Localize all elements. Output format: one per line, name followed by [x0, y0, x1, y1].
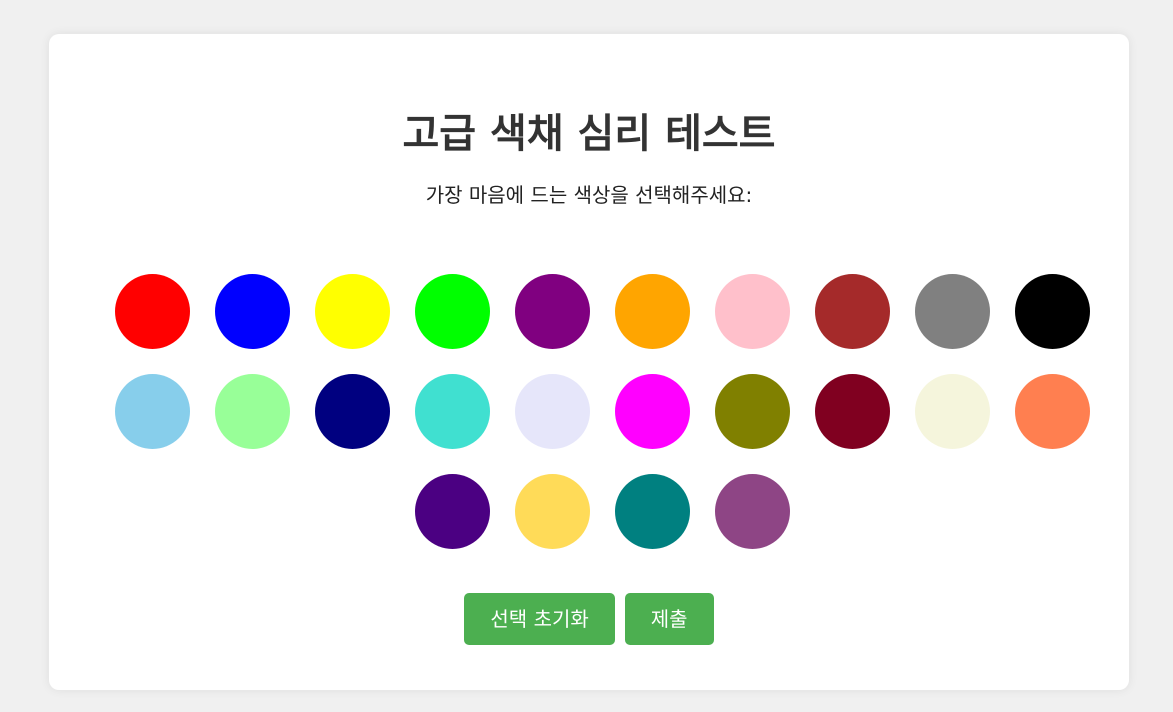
color-swatch[interactable] — [414, 473, 490, 549]
color-swatch[interactable] — [1014, 373, 1090, 449]
color-swatch[interactable] — [314, 373, 390, 449]
color-swatch[interactable] — [614, 273, 690, 349]
color-swatch[interactable] — [514, 373, 590, 449]
color-swatch[interactable] — [614, 473, 690, 549]
color-swatch[interactable] — [614, 373, 690, 449]
color-swatch[interactable] — [114, 373, 190, 449]
test-card: 고급 색채 심리 테스트 가장 마음에 드는 색상을 선택해주세요: 선택 초기… — [49, 34, 1129, 690]
color-swatch[interactable] — [914, 273, 990, 349]
color-swatch[interactable] — [514, 273, 590, 349]
reset-selection-button[interactable]: 선택 초기화 — [464, 593, 615, 645]
color-swatch[interactable] — [314, 273, 390, 349]
color-swatch[interactable] — [414, 273, 490, 349]
color-swatch[interactable] — [1014, 273, 1090, 349]
color-swatch[interactable] — [114, 273, 190, 349]
button-row: 선택 초기화 제출 — [49, 593, 1129, 645]
color-swatch[interactable] — [814, 373, 890, 449]
page-title: 고급 색채 심리 테스트 — [402, 111, 776, 157]
color-swatch[interactable] — [714, 373, 790, 449]
color-swatch[interactable] — [414, 373, 490, 449]
color-swatch[interactable] — [514, 473, 590, 549]
instruction-text: 가장 마음에 드는 색상을 선택해주세요: — [425, 183, 753, 207]
color-palette — [102, 261, 1102, 561]
color-swatch[interactable] — [814, 273, 890, 349]
color-swatch[interactable] — [714, 473, 790, 549]
color-swatch[interactable] — [914, 373, 990, 449]
color-swatch[interactable] — [214, 273, 290, 349]
color-swatch[interactable] — [714, 273, 790, 349]
submit-button[interactable]: 제출 — [624, 593, 714, 645]
color-swatch[interactable] — [214, 373, 290, 449]
